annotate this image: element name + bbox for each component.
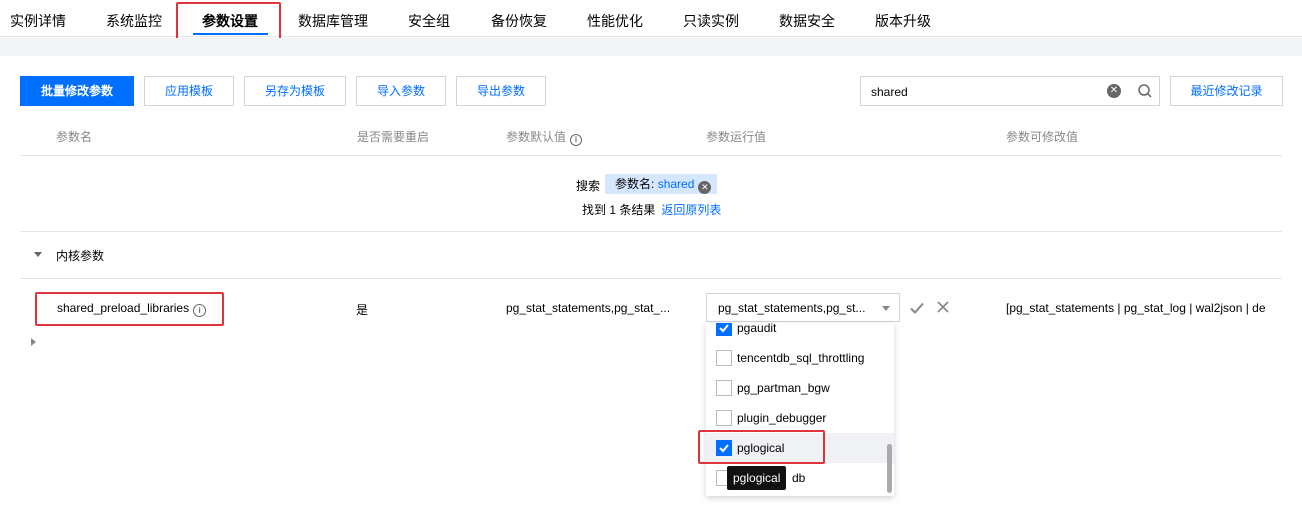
- back-to-list-link[interactable]: 返回原列表: [661, 203, 721, 217]
- header-needs-restart: 是否需要重启: [357, 130, 430, 144]
- param-name-cell: shared_preload_libraries i: [57, 301, 207, 317]
- tab-parameter-settings[interactable]: 参数设置: [202, 0, 258, 37]
- tab-version-upgrade[interactable]: 版本升级: [875, 0, 931, 37]
- group-kernel-params: 内核参数: [56, 249, 105, 263]
- content-top-band: [0, 38, 1302, 56]
- running-value: pg_stat_statements,pg_st...: [718, 301, 866, 315]
- tab-readonly-instance[interactable]: 只读实例: [683, 0, 739, 37]
- option-label: db: [792, 471, 806, 485]
- confirm-icon[interactable]: [908, 299, 926, 317]
- checkbox[interactable]: [716, 380, 732, 396]
- option-tooltip: pglogical: [727, 466, 787, 490]
- tab-data-security[interactable]: 数据安全: [779, 0, 835, 37]
- search-box: ✕: [860, 76, 1160, 106]
- tab-instance-details[interactable]: 实例详情: [10, 0, 66, 37]
- search-icon[interactable]: [1137, 83, 1153, 99]
- checkbox[interactable]: [716, 350, 732, 366]
- default-value: pg_stat_statements,pg_stat_...: [506, 301, 671, 315]
- tab-system-monitor[interactable]: 系统监控: [106, 0, 162, 37]
- option-pgaudit[interactable]: pgaudit: [706, 323, 894, 343]
- info-icon[interactable]: i: [570, 134, 583, 146]
- divider: [20, 231, 1282, 232]
- tag-value: shared: [657, 177, 695, 191]
- dropdown-scrollbar[interactable]: [887, 444, 892, 493]
- header-default-label: 参数默认值: [506, 130, 567, 144]
- checkbox-checked[interactable]: [716, 440, 732, 456]
- option-label: tencentdb_sql_throttling: [737, 351, 865, 365]
- active-tab-underline: [193, 33, 268, 35]
- divider: [20, 155, 1282, 156]
- tab-database-management[interactable]: 数据库管理: [298, 0, 368, 37]
- import-params-button[interactable]: 导入参数: [356, 76, 446, 106]
- recent-changes-button[interactable]: 最近修改记录: [1170, 76, 1283, 106]
- chevron-down-icon: [882, 306, 890, 311]
- tag-key: 参数名:: [615, 177, 655, 191]
- info-icon[interactable]: i: [193, 304, 207, 317]
- header-running-value: 参数运行值: [706, 130, 767, 144]
- option-label: plugin_debugger: [737, 411, 827, 425]
- tab-backup-restore[interactable]: 备份恢复: [491, 0, 547, 37]
- result-count: 找到 1 条结果 返回原列表: [582, 201, 721, 218]
- option-label: pg_partman_bgw: [737, 381, 830, 395]
- search-input[interactable]: [871, 83, 1091, 100]
- option-pglogical[interactable]: pglogical: [706, 433, 894, 463]
- option-label: pgaudit: [737, 323, 777, 335]
- header-default-value: 参数默认值 i: [506, 128, 583, 146]
- option-plugin-debugger[interactable]: plugin_debugger: [706, 403, 894, 433]
- cancel-icon[interactable]: [935, 299, 951, 315]
- apply-template-button[interactable]: 应用模板: [144, 76, 234, 106]
- option-tencentdb-sql-throttling[interactable]: tencentdb_sql_throttling: [706, 343, 894, 373]
- running-value-select[interactable]: pg_stat_statements,pg_st...: [706, 293, 900, 322]
- option-pg-partman-bgw[interactable]: pg_partman_bgw: [706, 373, 894, 403]
- found-label: 找到 1 条结果: [582, 203, 656, 217]
- header-param-name: 参数名: [56, 130, 93, 144]
- tag-close-icon[interactable]: ✕: [698, 181, 712, 194]
- batch-modify-button[interactable]: 批量修改参数: [20, 76, 134, 106]
- group-collapse-icon[interactable]: [34, 252, 42, 257]
- row-expand-icon[interactable]: [31, 338, 36, 346]
- allowed-values: [pg_stat_statements | pg_stat_log | wal2…: [1006, 301, 1266, 315]
- tab-security-group[interactable]: 安全组: [408, 0, 450, 37]
- save-as-template-button[interactable]: 另存为模板: [244, 76, 346, 106]
- needs-restart-value: 是: [356, 303, 369, 317]
- clear-icon[interactable]: ✕: [1107, 84, 1121, 98]
- param-name: shared_preload_libraries: [57, 301, 190, 315]
- divider: [20, 278, 1282, 279]
- top-tab-bar: 实例详情 系统监控 参数设置 数据库管理 安全组 备份恢复 性能优化 只读实例 …: [0, 0, 1302, 37]
- header-allowed-values: 参数可修改值: [1006, 130, 1079, 144]
- option-label: pglogical: [737, 441, 785, 455]
- search-filter-tag: 参数名: shared ✕: [605, 174, 718, 194]
- export-params-button[interactable]: 导出参数: [456, 76, 546, 106]
- checkbox[interactable]: [716, 410, 732, 426]
- tab-performance[interactable]: 性能优化: [587, 0, 643, 37]
- checkbox-checked[interactable]: [716, 323, 732, 336]
- search-label: 搜索: [576, 179, 601, 193]
